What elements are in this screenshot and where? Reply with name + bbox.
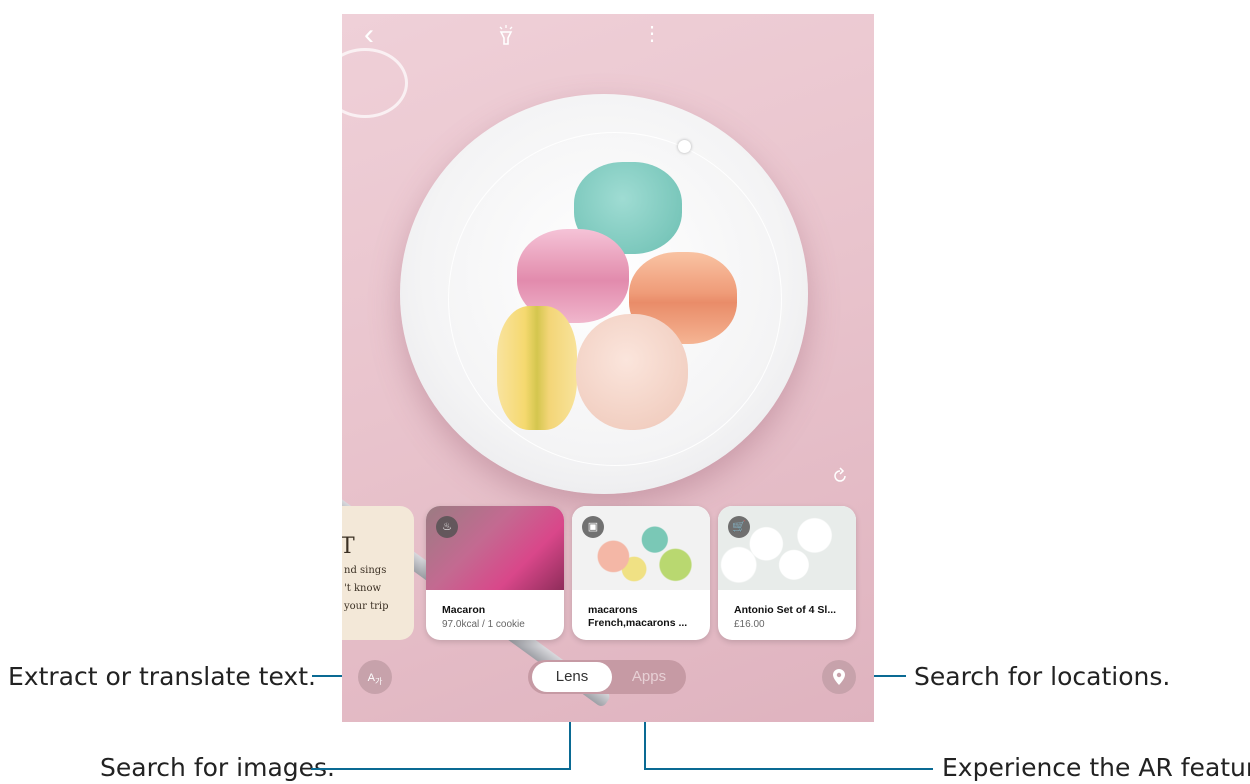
card-title: Macaron xyxy=(442,604,486,616)
result-card-partial[interactable]: T nd sings 't know your trip xyxy=(342,506,414,640)
callout-line-images-h xyxy=(311,768,570,770)
flashlight-icon[interactable] xyxy=(498,24,514,50)
mode-apps-button[interactable]: Apps xyxy=(614,662,684,692)
refresh-icon[interactable] xyxy=(830,466,850,492)
card-subtitle: £16.00 xyxy=(734,619,765,630)
shopping-cart-icon: 🛒 xyxy=(728,516,750,538)
card-subtitle: French,macarons ... xyxy=(588,617,688,629)
result-card-macarons[interactable]: ▣ macarons French,macarons ... xyxy=(572,506,710,640)
location-pin-icon xyxy=(833,669,845,685)
result-card-macaron[interactable]: ♨ Macaron 97.0kcal / 1 cookie xyxy=(426,506,564,640)
focus-ring-handle[interactable] xyxy=(678,140,691,153)
partial-card-line: nd sings xyxy=(344,565,387,576)
callout-search-locations: Search for locations. xyxy=(914,662,1171,691)
macaron-yellow xyxy=(497,306,577,430)
card-thumbnail: ▣ xyxy=(572,506,710,590)
back-icon[interactable]: ‹ xyxy=(364,20,374,50)
callout-search-images: Search for images. xyxy=(100,753,335,782)
callout-extract-text: Extract or translate text. xyxy=(8,662,316,691)
partial-card-line: your trip xyxy=(344,601,389,612)
callout-ar-feature: Experience the AR feature. xyxy=(942,753,1250,782)
macaron-peach xyxy=(576,314,688,430)
card-title: macarons xyxy=(588,604,638,616)
mode-lens-button[interactable]: Lens xyxy=(532,662,612,692)
card-subtitle: 97.0kcal / 1 cookie xyxy=(442,619,525,630)
phone-screen: ‹ ⋮ T nd sings 't know your trip ♨ Macar… xyxy=(342,14,874,722)
translate-text-button[interactable]: A가 xyxy=(358,660,392,694)
partial-card-heading: T xyxy=(342,534,355,559)
card-thumbnail: ♨ xyxy=(426,506,564,590)
card-thumbnail: 🛒 xyxy=(718,506,856,590)
location-button[interactable] xyxy=(822,660,856,694)
translate-icon: A가 xyxy=(367,672,383,687)
result-card-antonio-set[interactable]: 🛒 Antonio Set of 4 Sl... £16.00 xyxy=(718,506,856,640)
more-options-icon[interactable]: ⋮ xyxy=(642,24,662,44)
callout-line-ar-h xyxy=(645,768,933,770)
partial-card-line: 't know xyxy=(344,583,382,594)
image-icon: ▣ xyxy=(582,516,604,538)
card-title: Antonio Set of 4 Sl... xyxy=(734,604,837,616)
food-icon: ♨ xyxy=(436,516,458,538)
glass-cup xyxy=(342,48,408,118)
